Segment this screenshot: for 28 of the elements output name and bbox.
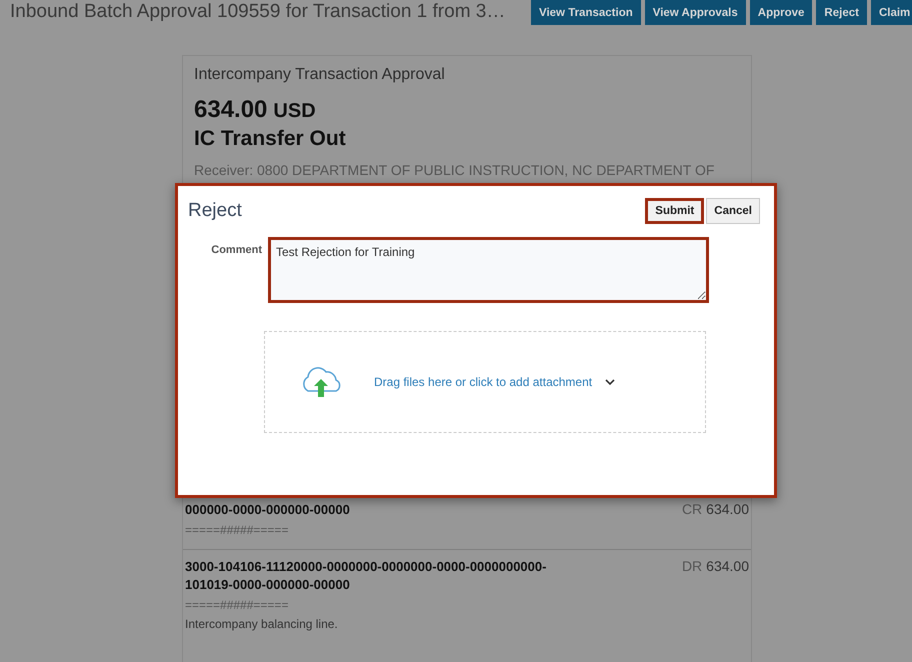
line-amount: 634.00: [706, 501, 749, 517]
chevron-down-icon[interactable]: [605, 378, 616, 386]
comment-field[interactable]: Test Rejection for Training: [268, 237, 709, 303]
entry-side: CR: [682, 501, 702, 517]
line-amount: 634.00: [706, 558, 749, 574]
page-title: Inbound Batch Approval 109559 for Transaction 1 from 3…: [9, 0, 506, 23]
toolbar-button[interactable]: Approve: [750, 0, 812, 25]
currency-code: USD: [273, 100, 316, 122]
line-note: Intercompany balancing line.: [185, 617, 339, 631]
card-heading: Intercompany Transaction Approval: [193, 66, 446, 84]
dialog-title: Reject: [188, 200, 242, 222]
amount-value: 634.00: [194, 96, 268, 123]
dialog-button[interactable]: Submit: [645, 198, 704, 224]
entry-side: DR: [682, 558, 702, 574]
receiver-text: Receiver: 0800 DEPARTMENT OF PUBLIC INSTRUCTION, NC DEPARTMENT OF: [193, 161, 716, 178]
add-attachment-link[interactable]: Drag files here or click to add attachment: [374, 375, 592, 389]
transaction-type: IC Transfer Out: [193, 126, 347, 151]
dialog-button[interactable]: Cancel: [706, 198, 760, 224]
account-code: 000000-0000-000000-00000: [185, 501, 351, 519]
toolbar-button[interactable]: View Transaction: [531, 0, 641, 25]
toolbar-button[interactable]: Claim: [870, 0, 912, 25]
comment-label: Comment: [210, 243, 263, 256]
account-code: 3000-104106-11120000-0000000-0000000-0000-0000000000-101019-0000-000000-00000: [185, 558, 548, 594]
account-pattern: =====#####=====: [185, 598, 290, 612]
toolbar-button[interactable]: View Approvals: [644, 0, 746, 25]
account-pattern: =====#####=====: [185, 523, 290, 537]
attachment-dropzone[interactable]: Drag files here or click to add attachment: [264, 331, 706, 433]
toolbar-button[interactable]: Reject: [816, 0, 867, 25]
